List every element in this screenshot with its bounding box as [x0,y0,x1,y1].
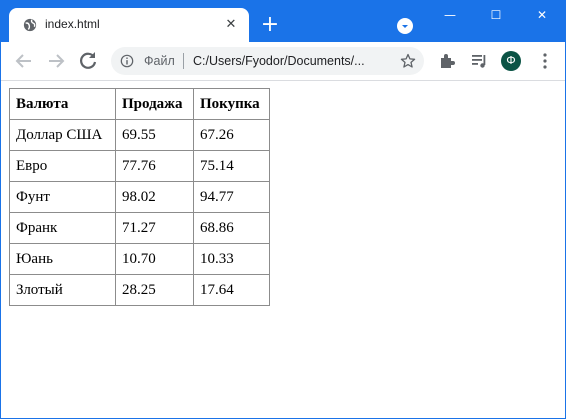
page-viewport: Валюта Продажа Покупка Доллар США 69.55 … [1,81,565,418]
minimize-button[interactable]: — [427,0,473,30]
table-row: Доллар США 69.55 67.26 [9,119,270,151]
currency-cell: Франк [9,212,116,244]
buy-cell: 68.86 [193,212,270,244]
reading-list-icon[interactable] [470,52,488,70]
currency-table: Валюта Продажа Покупка Доллар США 69.55 … [9,88,270,306]
close-icon[interactable]: ✕ [223,17,239,33]
url-text[interactable]: C:/Users/Fyodor/Documents/... [193,54,365,68]
currency-cell: Доллар США [9,119,116,151]
forward-arrow-icon[interactable] [44,49,68,73]
sell-cell: 77.76 [115,150,194,182]
sell-cell: 71.27 [115,212,194,244]
menu-icon[interactable] [538,52,552,70]
browser-tab[interactable]: index.html ✕ [9,8,249,42]
back-arrow-icon[interactable] [12,49,36,73]
maximize-button[interactable]: ☐ [473,0,519,30]
column-header-sell: Продажа [115,88,194,120]
star-icon[interactable] [400,53,416,69]
buy-cell: 10.33 [193,243,270,275]
sell-cell: 28.25 [115,274,194,306]
table-row: Фунт 98.02 94.77 [9,181,270,213]
extensions-icon[interactable] [438,52,456,70]
table-row: Юань 10.70 10.33 [9,243,270,275]
window-close-button[interactable]: ✕ [519,0,565,30]
sell-cell: 10.70 [115,243,194,275]
currency-cell: Евро [9,150,116,182]
tab-strip: index.html ✕ + — ☐ ✕ [0,0,566,42]
column-header-currency: Валюта [9,88,116,120]
reload-icon[interactable] [76,49,100,73]
buy-cell: 94.77 [193,181,270,213]
table-row: Евро 77.76 75.14 [9,150,270,182]
sell-cell: 98.02 [115,181,194,213]
browser-toolbar: Файл C:/Users/Fyodor/Documents/... Ф [1,42,565,81]
tab-title: index.html [45,17,100,31]
scheme-label: Файл [144,54,175,68]
buy-cell: 75.14 [193,150,270,182]
buy-cell: 67.26 [193,119,270,151]
currency-cell: Фунт [9,181,116,213]
address-separator [183,53,184,69]
table-row: Злотый 28.25 17.64 [9,274,270,306]
plus-icon[interactable]: + [258,13,282,37]
column-header-buy: Покупка [193,88,270,120]
sell-cell: 69.55 [115,119,194,151]
currency-cell: Злотый [9,274,116,306]
browser-window: index.html ✕ + — ☐ ✕ Файл C:/Users/Fyodo… [0,0,566,419]
profile-avatar[interactable]: Ф [501,51,521,71]
address-bar[interactable]: Файл C:/Users/Fyodor/Documents/... [111,47,424,75]
buy-cell: 17.64 [193,274,270,306]
table-row: Франк 71.27 68.86 [9,212,270,244]
globe-icon [23,18,37,32]
info-icon[interactable] [120,54,134,68]
tab-search-icon[interactable] [397,18,413,34]
table-header-row: Валюта Продажа Покупка [9,88,270,120]
currency-cell: Юань [9,243,116,275]
